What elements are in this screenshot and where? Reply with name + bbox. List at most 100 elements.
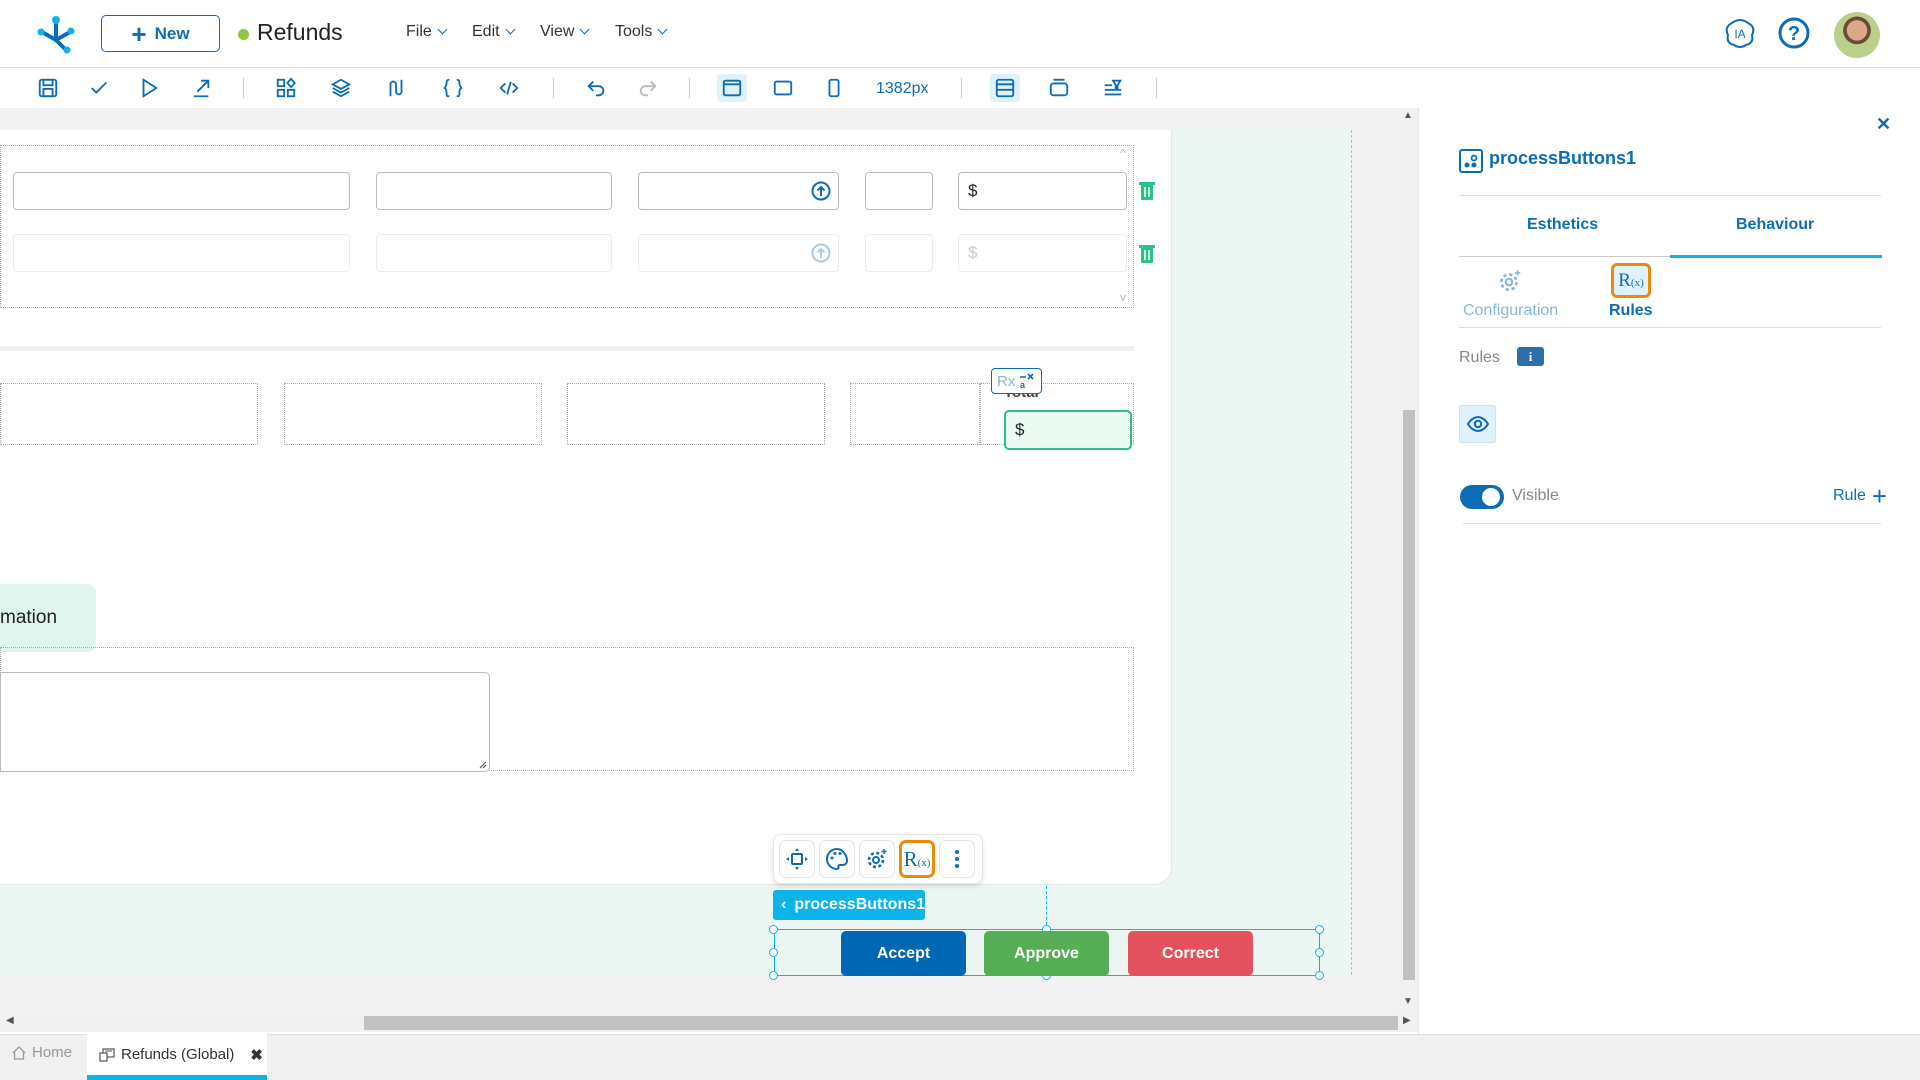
resize-handle[interactable]	[769, 948, 778, 957]
undo-button[interactable]	[581, 74, 611, 102]
user-avatar[interactable]	[1834, 12, 1880, 58]
comments-textarea[interactable]	[0, 672, 490, 772]
canvas-horizontal-scroll-thumb[interactable]	[364, 1016, 1398, 1030]
grid-cell-input[interactable]	[13, 172, 350, 210]
layout-panel-icon	[995, 78, 1015, 98]
svg-text:?: ?	[1788, 23, 1800, 45]
resize-handle-icon[interactable]	[477, 759, 487, 769]
more-vertical-icon	[955, 850, 959, 868]
menu-file[interactable]: File	[406, 23, 448, 41]
scroll-right-arrow-icon[interactable]: ▶	[1403, 1015, 1411, 1026]
tab-home-label: Home	[32, 1044, 73, 1061]
container-button[interactable]	[1044, 74, 1074, 102]
approve-button[interactable]: Approve	[984, 931, 1109, 976]
menu-view[interactable]: View	[540, 23, 590, 41]
export-button[interactable]	[186, 74, 216, 102]
filter-bar-icon	[1104, 79, 1122, 96]
rules-button[interactable]: R(x)	[899, 840, 935, 878]
layers-button[interactable]	[326, 74, 356, 102]
save-button[interactable]	[33, 74, 63, 102]
menu-file-label: File	[406, 23, 432, 40]
code-button[interactable]	[494, 74, 524, 102]
close-panel-icon[interactable]: ✕	[1876, 114, 1891, 135]
subtab-rules-icon[interactable]: R(x)	[1611, 263, 1651, 298]
rules-formula-icon: R(x)	[903, 846, 931, 871]
delete-row-icon[interactable]	[1139, 244, 1155, 264]
redo-button[interactable]	[633, 74, 663, 102]
validate-button[interactable]	[84, 74, 114, 102]
resize-handle[interactable]	[1315, 925, 1324, 934]
canvas-vertical-scroll-thumb[interactable]	[1403, 410, 1415, 980]
layout-panel-button[interactable]	[990, 74, 1020, 102]
home-icon	[12, 1045, 26, 1060]
resize-handle[interactable]	[1315, 971, 1324, 980]
move-button[interactable]	[779, 840, 815, 878]
run-button[interactable]	[134, 74, 164, 102]
desktop-view-button[interactable]	[717, 74, 747, 102]
accept-button[interactable]: Accept	[841, 931, 966, 976]
visibility-rule-button[interactable]	[1459, 405, 1496, 443]
tab-home[interactable]: Home	[12, 1044, 72, 1061]
resize-handle[interactable]	[769, 925, 778, 934]
add-rule-button[interactable]: Rule +	[1833, 483, 1887, 509]
tab-behaviour[interactable]: Behaviour	[1736, 216, 1814, 234]
grid-cell-amount[interactable]	[958, 172, 1127, 210]
subtab-configuration-icon[interactable]	[1497, 268, 1523, 299]
scroll-down-arrow-icon[interactable]: ▼	[1403, 996, 1413, 1007]
more-options-button[interactable]	[939, 840, 975, 878]
grid-cell-input[interactable]	[865, 172, 933, 210]
subtab-rules[interactable]: Rules	[1609, 302, 1653, 320]
components-button[interactable]	[271, 74, 301, 102]
rx-label: Rx	[997, 372, 1016, 390]
toolbar-divider	[553, 78, 554, 98]
mobile-view-button[interactable]	[819, 74, 849, 102]
upload-icon[interactable]	[811, 243, 831, 263]
close-tab-icon[interactable]: ✖	[250, 1046, 263, 1064]
configuration-button[interactable]	[859, 840, 895, 878]
flows-button[interactable]	[381, 74, 411, 102]
grid-cell-input[interactable]	[13, 234, 350, 272]
subtab-configuration[interactable]: Configuration	[1463, 302, 1558, 320]
filter-bar-button[interactable]	[1098, 74, 1128, 102]
toolbar-divider	[243, 78, 244, 98]
grid-scroll-down-icon[interactable]: v	[1120, 290, 1126, 304]
menu-tools[interactable]: Tools	[615, 23, 668, 41]
toggle-knob	[1482, 488, 1500, 506]
tab-esthetics[interactable]: Esthetics	[1527, 216, 1598, 234]
rule-expression-badge[interactable]: Rx a	[991, 368, 1042, 394]
currency-symbol: $	[1015, 420, 1025, 439]
resize-handle[interactable]	[769, 971, 778, 980]
menu-view-label: View	[540, 23, 575, 40]
tab-refunds-global[interactable]: Refunds (Global) ✖	[87, 1034, 267, 1080]
info-icon[interactable]: i	[1517, 347, 1544, 366]
ai-assistant-button[interactable]: IA	[1722, 15, 1758, 51]
ai-brain-icon: IA	[1725, 19, 1755, 48]
grid-cell-amount[interactable]	[958, 234, 1127, 272]
braces-button[interactable]	[438, 74, 468, 102]
upload-icon[interactable]	[811, 181, 831, 201]
palette-button[interactable]	[819, 840, 855, 878]
delete-row-icon[interactable]	[1139, 181, 1155, 201]
grid-cell-input[interactable]	[376, 234, 612, 272]
new-button[interactable]: + New	[101, 15, 220, 52]
container-icon	[1049, 78, 1069, 97]
help-button[interactable]: ?	[1776, 15, 1812, 51]
resize-handle[interactable]	[1315, 948, 1324, 957]
scroll-up-arrow-icon[interactable]: ▲	[1403, 110, 1413, 121]
component-tag-label: processButtons1	[794, 896, 926, 913]
check-icon	[91, 81, 107, 94]
grid-cell-upload[interactable]	[638, 234, 839, 272]
app-logo-icon[interactable]	[36, 14, 76, 54]
scroll-left-arrow-icon[interactable]: ◀	[6, 1015, 14, 1026]
grid-cell-upload[interactable]	[638, 172, 839, 210]
component-breadcrumb-tag[interactable]: ‹ processButtons1	[773, 890, 925, 920]
grid-cell-input[interactable]	[376, 172, 612, 210]
correct-button[interactable]: Correct	[1128, 931, 1253, 976]
tablet-view-button[interactable]	[768, 74, 798, 102]
desktop-icon	[722, 79, 742, 97]
grid-cell-input[interactable]	[865, 234, 933, 272]
menu-edit[interactable]: Edit	[472, 23, 516, 41]
grid-scroll-up-icon[interactable]: ^	[1120, 146, 1126, 160]
panel-title: processButtons1	[1489, 148, 1637, 168]
braces-icon	[443, 78, 463, 98]
